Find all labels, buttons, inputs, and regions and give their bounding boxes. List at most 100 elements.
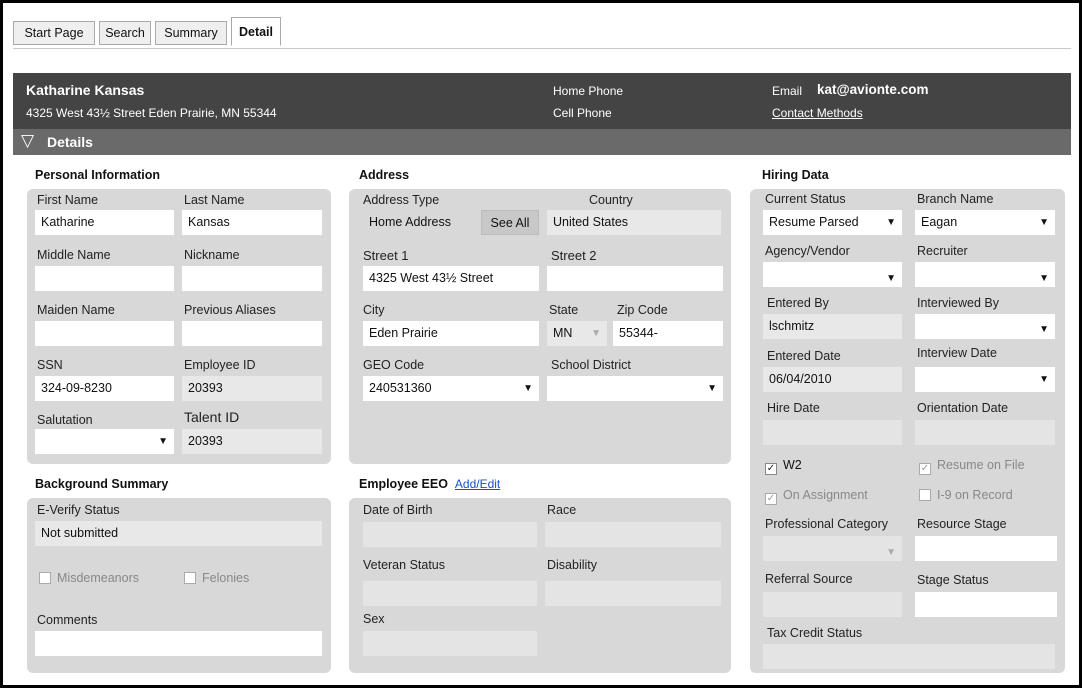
zip-code-label: Zip Code	[617, 303, 668, 317]
date-of-birth-label: Date of Birth	[363, 503, 433, 517]
email-value[interactable]: kat@avionte.com	[817, 82, 928, 97]
interviewed-by-select[interactable]: ▼	[915, 314, 1055, 339]
middle-name-label: Middle Name	[37, 248, 111, 262]
previous-aliases-field[interactable]	[182, 321, 322, 346]
see-all-button[interactable]: See All	[481, 210, 539, 235]
salutation-label: Salutation	[37, 413, 93, 427]
orientation-date-label: Orientation Date	[917, 401, 1009, 415]
chevron-down-icon[interactable]: ▼	[1039, 367, 1049, 392]
ssn-field[interactable]: 324-09-8230	[35, 376, 174, 401]
chevron-down-icon[interactable]: ▼	[886, 266, 896, 287]
chevron-down-icon[interactable]: ▼	[591, 321, 601, 346]
address-type-label: Address Type	[363, 193, 440, 207]
checkbox-icon[interactable]	[184, 572, 196, 584]
chevron-down-icon[interactable]: ▼	[1039, 210, 1049, 235]
middle-name-field[interactable]	[35, 266, 174, 291]
checkmark-icon[interactable]: ✓	[919, 463, 931, 475]
school-district-select[interactable]: ▼	[547, 376, 723, 401]
city-field[interactable]: Eden Prairie	[363, 321, 539, 346]
street1-field[interactable]: 4325 West 43½ Street	[363, 266, 539, 291]
chevron-down-icon[interactable]: ▼	[1039, 317, 1049, 339]
details-label: Details	[47, 134, 93, 150]
eeo-add-edit-link[interactable]: Add/Edit	[455, 477, 500, 491]
street2-field[interactable]	[547, 266, 723, 291]
on-assignment-checkbox[interactable]: ✓ On Assignment	[765, 488, 868, 505]
i9-on-record-checkbox[interactable]: I-9 on Record	[919, 488, 1013, 502]
current-status-label: Current Status	[765, 192, 846, 206]
date-of-birth-field	[363, 522, 537, 547]
checkmark-icon[interactable]: ✓	[765, 463, 777, 475]
geo-code-select[interactable]: 240531360 ▼	[363, 376, 539, 401]
agency-vendor-label: Agency/Vendor	[765, 244, 850, 258]
felonies-checkbox[interactable]: Felonies	[184, 571, 249, 585]
candidate-header: Katharine Kansas 4325 West 43½ Street Ed…	[13, 73, 1071, 129]
w2-checkbox[interactable]: ✓ W2	[765, 458, 802, 475]
branch-name-select[interactable]: Eagan ▼	[915, 210, 1055, 235]
entered-by-label: Entered By	[767, 296, 829, 310]
chevron-down-icon: ▼	[886, 547, 896, 558]
chevron-down-icon[interactable]: ▼	[886, 210, 896, 235]
checkbox-icon[interactable]	[919, 489, 931, 501]
comments-label: Comments	[37, 613, 98, 627]
checkbox-icon[interactable]	[39, 572, 51, 584]
agency-vendor-select[interactable]: ▼	[763, 262, 902, 287]
tax-credit-status-field	[763, 644, 1055, 669]
veteran-status-field	[363, 581, 537, 606]
entered-by-field: lschmitz	[763, 314, 902, 339]
candidate-address: 4325 West 43½ Street Eden Prairie, MN 55…	[26, 106, 277, 120]
maiden-name-field[interactable]	[35, 321, 174, 346]
disability-label: Disability	[547, 558, 598, 572]
last-name-field[interactable]: Kansas	[182, 210, 322, 235]
recruiter-label: Recruiter	[917, 244, 968, 258]
triangle-down-icon[interactable]: ▽	[21, 131, 34, 151]
tab-summary[interactable]: Summary	[155, 21, 227, 45]
felonies-label: Felonies	[202, 571, 250, 585]
chevron-down-icon[interactable]: ▼	[158, 429, 168, 454]
contact-methods-link[interactable]: Contact Methods	[772, 106, 863, 120]
sex-field	[363, 631, 537, 656]
nickname-label: Nickname	[184, 248, 240, 262]
comments-field[interactable]	[35, 631, 322, 656]
details-section-header[interactable]: ▽ Details	[13, 129, 1071, 155]
resume-on-file-checkbox[interactable]: ✓ Resume on File	[919, 458, 1025, 475]
country-label: Country	[589, 193, 633, 207]
resource-stage-field[interactable]	[915, 536, 1057, 561]
street2-label: Street 2	[551, 248, 597, 263]
everify-field: Not submitted	[35, 521, 322, 546]
state-label: State	[549, 303, 579, 317]
zip-code-field[interactable]: 55344-	[613, 321, 723, 346]
salutation-select[interactable]: ▼	[35, 429, 174, 454]
chevron-down-icon[interactable]: ▼	[523, 376, 533, 401]
hire-date-label: Hire Date	[767, 401, 820, 415]
checkmark-icon[interactable]: ✓	[765, 493, 777, 505]
tab-start-page[interactable]: Start Page	[13, 21, 95, 45]
last-name-label: Last Name	[184, 193, 245, 207]
employee-eeo-title: Employee EEO Add/Edit	[359, 477, 500, 491]
resource-stage-label: Resource Stage	[917, 517, 1007, 531]
misdemeanors-checkbox[interactable]: Misdemeanors	[39, 571, 139, 585]
recruiter-select[interactable]: ▼	[915, 262, 1055, 287]
hire-date-field	[763, 420, 902, 445]
nickname-field[interactable]	[182, 266, 322, 291]
current-status-select[interactable]: Resume Parsed ▼	[763, 210, 902, 235]
personal-info-panel: First Name Last Name Katharine Kansas Mi…	[27, 189, 331, 464]
chevron-down-icon[interactable]: ▼	[1039, 266, 1049, 287]
stage-status-field[interactable]	[915, 592, 1057, 617]
first-name-field[interactable]: Katharine	[35, 210, 174, 235]
interview-date-select[interactable]: ▼	[915, 367, 1055, 392]
maiden-name-label: Maiden Name	[37, 303, 115, 317]
entered-date-label: Entered Date	[767, 349, 841, 363]
tab-detail[interactable]: Detail	[231, 17, 281, 46]
ssn-label: SSN	[37, 358, 63, 372]
state-value: MN	[553, 326, 573, 340]
talent-id-field: 20393	[182, 429, 322, 454]
stage-status-label: Stage Status	[917, 573, 989, 587]
hiring-data-panel: Current Status Branch Name Resume Parsed…	[750, 189, 1065, 673]
state-select[interactable]: MN ▼	[547, 321, 607, 346]
chevron-down-icon[interactable]: ▼	[707, 376, 717, 401]
country-field: United States	[547, 210, 721, 235]
orientation-date-field	[915, 420, 1055, 445]
everify-label: E-Verify Status	[37, 503, 120, 517]
employee-eeo-panel: Date of Birth Race Veteran Status Disabi…	[349, 498, 731, 673]
tab-search[interactable]: Search	[99, 21, 151, 45]
